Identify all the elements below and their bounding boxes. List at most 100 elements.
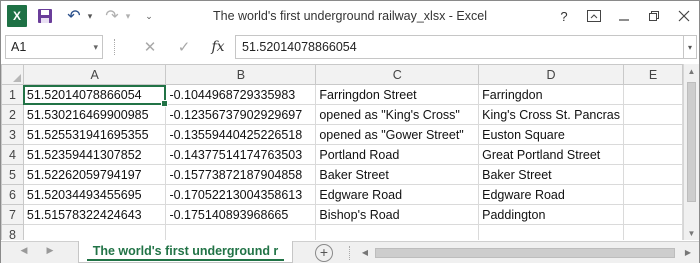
column-header-d[interactable]: D bbox=[478, 64, 624, 85]
formula-input[interactable]: 51.52014078866054 bbox=[235, 35, 683, 59]
add-sheet-button[interactable]: + bbox=[315, 244, 333, 262]
next-sheet-icon[interactable]: ▶ bbox=[43, 245, 57, 256]
cell-e2[interactable] bbox=[623, 104, 683, 125]
select-all-corner[interactable] bbox=[1, 64, 24, 85]
sheet-table: A B C D E 1 51.52014078866054 -0.104496872… bbox=[1, 64, 683, 240]
cell-b2[interactable]: -0.12356737902929697 bbox=[165, 104, 317, 125]
customize-toolbar-icon[interactable]: ⌄ bbox=[143, 5, 155, 27]
horizontal-scroll-thumb[interactable] bbox=[375, 248, 675, 258]
cell-d6[interactable]: Edgware Road bbox=[478, 184, 624, 205]
row-header-4[interactable]: 4 bbox=[1, 144, 24, 165]
table-row: 3 51.525531941695355 -0.13559440425226518 o… bbox=[1, 124, 683, 145]
cell-c3[interactable]: opened as "Gower Street" bbox=[315, 124, 480, 145]
row-header-5[interactable]: 5 bbox=[1, 164, 24, 185]
previous-sheet-icon[interactable]: ◀ bbox=[17, 245, 31, 256]
cell-a8[interactable] bbox=[22, 224, 167, 240]
window-controls: ? bbox=[547, 1, 697, 31]
cell-b3[interactable]: -0.13559440425226518 bbox=[165, 124, 317, 145]
name-box-value: A1 bbox=[11, 40, 27, 54]
cell-d7[interactable]: Paddington bbox=[478, 204, 624, 225]
cell-b5[interactable]: -0.15773872187904858 bbox=[165, 164, 317, 185]
sheet-tab-active[interactable]: The world's first underground r bbox=[78, 241, 293, 263]
undo-icon[interactable]: ↶ bbox=[65, 5, 83, 27]
scroll-right-icon[interactable]: ▶ bbox=[682, 246, 694, 260]
cell-c2[interactable]: opened as "King's Cross" bbox=[315, 104, 480, 125]
scroll-down-icon[interactable]: ▼ bbox=[684, 226, 699, 240]
cell-e8[interactable] bbox=[623, 224, 683, 240]
cell-d8[interactable] bbox=[478, 224, 624, 240]
cell-e6[interactable] bbox=[623, 184, 683, 205]
cell-c4[interactable]: Portland Road bbox=[315, 144, 480, 165]
row-header-8[interactable]: 8 bbox=[1, 224, 24, 240]
column-header-c[interactable]: C bbox=[315, 64, 480, 85]
cell-b7[interactable]: -0.175140893968665 bbox=[165, 204, 317, 225]
minimize-button[interactable] bbox=[611, 4, 637, 28]
insert-function-button[interactable]: fx bbox=[207, 37, 229, 57]
column-header-row: A B C D E bbox=[1, 64, 683, 85]
row-header-2[interactable]: 2 bbox=[1, 104, 24, 125]
undo-dropdown-icon[interactable]: ▾ bbox=[85, 5, 95, 27]
table-row: 1 51.52014078866054 -0.1044968729335983 Far… bbox=[1, 84, 683, 108]
table-row: 7 51.51578322424643 -0.175140893968665 Bish… bbox=[1, 204, 683, 225]
cancel-entry-icon[interactable]: ✕ bbox=[139, 37, 161, 57]
formula-bar-separator bbox=[114, 39, 116, 55]
row-header-3[interactable]: 3 bbox=[1, 124, 24, 145]
cell-a2[interactable]: 51.530216469900985 bbox=[22, 104, 167, 125]
table-row: 2 51.530216469900985 -0.12356737902929697 o… bbox=[1, 104, 683, 125]
cell-e4[interactable] bbox=[623, 144, 683, 165]
table-row: 5 51.52262059794197 -0.15773872187904858 Ba… bbox=[1, 164, 683, 185]
save-icon[interactable] bbox=[37, 5, 53, 27]
restore-button[interactable] bbox=[641, 4, 667, 28]
cell-e5[interactable] bbox=[623, 164, 683, 185]
scroll-up-icon[interactable]: ▲ bbox=[684, 64, 699, 78]
cell-c7[interactable]: Bishop's Road bbox=[315, 204, 480, 225]
cell-b8[interactable] bbox=[165, 224, 317, 240]
redo-icon[interactable]: ↷ bbox=[103, 5, 121, 27]
cell-b1[interactable]: -0.1044968729335983 bbox=[165, 84, 317, 105]
cell-d5[interactable]: Baker Street bbox=[478, 164, 624, 185]
cell-b6[interactable]: -0.17052213004358613 bbox=[165, 184, 317, 205]
close-button[interactable] bbox=[671, 4, 697, 28]
expand-formula-bar-icon[interactable]: ▾ bbox=[683, 35, 697, 59]
row-header-7[interactable]: 7 bbox=[1, 204, 24, 225]
cell-a3[interactable]: 51.525531941695355 bbox=[22, 124, 167, 145]
cell-a4[interactable]: 51.52359441307852 bbox=[22, 144, 167, 165]
formula-bar: A1 ▾ ✕ ✓ fx 51.52014078866054 ▾ bbox=[1, 35, 699, 59]
vertical-scrollbar[interactable]: ▲ ▼ bbox=[683, 64, 699, 240]
cell-b4[interactable]: -0.14377514174763503 bbox=[165, 144, 317, 165]
column-header-a[interactable]: A bbox=[22, 64, 167, 85]
cell-e3[interactable] bbox=[623, 124, 683, 145]
cell-c6[interactable]: Edgware Road bbox=[315, 184, 480, 205]
column-header-e[interactable]: E bbox=[623, 64, 683, 85]
quick-access-toolbar: X ↶ ▾ ↷ ▾ ⌄ bbox=[7, 5, 155, 27]
cell-e7[interactable] bbox=[623, 204, 683, 225]
help-button[interactable]: ? bbox=[551, 4, 577, 28]
row-header-6[interactable]: 6 bbox=[1, 184, 24, 205]
cell-c5[interactable]: Baker Street bbox=[315, 164, 480, 185]
sheet-tab-bar: ◀ ▶ The world's first underground r + ◀ … bbox=[1, 241, 699, 263]
name-box-dropdown-icon[interactable]: ▾ bbox=[93, 36, 98, 58]
cell-a7[interactable]: 51.51578322424643 bbox=[22, 204, 167, 225]
cell-e1[interactable] bbox=[623, 84, 683, 105]
title-bar: X ↶ ▾ ↷ ▾ ⌄ The world's first undergroun… bbox=[1, 1, 699, 31]
cell-a6[interactable]: 51.52034493455695 bbox=[22, 184, 167, 205]
ribbon-display-options-button[interactable] bbox=[581, 4, 607, 28]
cell-c8[interactable] bbox=[315, 224, 480, 240]
vertical-scroll-thumb[interactable] bbox=[687, 82, 696, 202]
scroll-left-icon[interactable]: ◀ bbox=[359, 246, 371, 260]
cell-d1[interactable]: Farringdon bbox=[478, 84, 624, 105]
horizontal-scrollbar[interactable]: ◀ ▶ bbox=[359, 246, 694, 260]
cell-d3[interactable]: Euston Square bbox=[478, 124, 624, 145]
cell-d2[interactable]: King's Cross St. Pancras bbox=[478, 104, 624, 125]
cell-a1[interactable]: 51.52014078866054 bbox=[22, 84, 169, 108]
column-header-b[interactable]: B bbox=[165, 64, 317, 85]
confirm-entry-icon[interactable]: ✓ bbox=[173, 37, 195, 57]
excel-logo-icon: X bbox=[7, 5, 27, 27]
row-header-1[interactable]: 1 bbox=[1, 84, 24, 105]
cell-d4[interactable]: Great Portland Street bbox=[478, 144, 624, 165]
cell-c1[interactable]: Farringdon Street bbox=[315, 84, 480, 105]
name-box[interactable]: A1 ▾ bbox=[5, 35, 103, 59]
table-row: 8 bbox=[1, 224, 683, 240]
redo-dropdown-icon[interactable]: ▾ bbox=[123, 5, 133, 27]
cell-a5[interactable]: 51.52262059794197 bbox=[22, 164, 167, 185]
